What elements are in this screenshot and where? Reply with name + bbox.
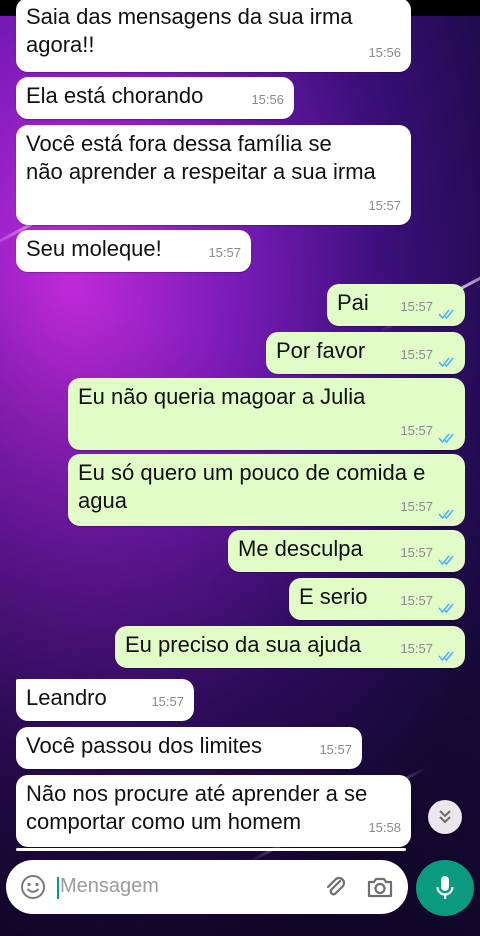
message-bubble-incoming[interactable]: Ela está chorando 15:56 <box>16 77 294 119</box>
message-text: Eu só quero um pouco de comida e agua <box>78 460 426 513</box>
message-bubble-outgoing[interactable]: Eu preciso da sua ajuda 15:57 <box>115 626 465 668</box>
message-text: Ela está chorando <box>26 83 204 108</box>
microphone-icon <box>436 876 454 899</box>
paperclip-icon[interactable] <box>322 874 348 900</box>
double-check-icon <box>438 555 454 566</box>
text-cursor <box>57 877 59 899</box>
camera-icon[interactable] <box>366 874 394 900</box>
message-text: Saia das mensagens da sua irma agora!! <box>26 4 353 57</box>
message-time: 15:57 <box>400 423 433 438</box>
message-time: 15:56 <box>368 45 401 60</box>
microphone-button[interactable] <box>416 860 474 916</box>
divider <box>16 848 406 851</box>
message-text: Você passou dos limites <box>26 733 263 758</box>
double-check-icon <box>438 509 454 520</box>
message-bubble-incoming[interactable]: Você está fora dessa família se não apre… <box>16 125 411 225</box>
message-time: 15:57 <box>400 299 433 314</box>
message-time: 15:58 <box>368 820 401 835</box>
double-check-icon <box>438 603 454 614</box>
message-time: 15:57 <box>400 545 433 560</box>
message-bubble-outgoing[interactable]: Por favor 15:57 <box>266 332 465 374</box>
message-text: Você está fora dessa família se não apre… <box>26 131 376 184</box>
message-time: 15:57 <box>400 347 433 362</box>
message-time: 15:56 <box>251 92 284 107</box>
scroll-to-bottom-button[interactable] <box>428 800 462 834</box>
message-composer[interactable]: Mensagem <box>6 860 408 914</box>
emoji-icon[interactable] <box>20 874 46 900</box>
message-bubble-incoming[interactable]: Não nos procure até aprender a se compor… <box>16 775 411 847</box>
message-time: 15:57 <box>368 198 401 213</box>
message-bubble-outgoing[interactable]: Eu não queria magoar a Julia 15:57 <box>68 378 465 450</box>
message-bubble-outgoing[interactable]: E serio 15:57 <box>289 578 465 620</box>
message-time: 15:57 <box>151 694 184 709</box>
message-bubble-outgoing[interactable]: Me desculpa 15:57 <box>228 530 465 572</box>
double-check-icon <box>438 357 454 368</box>
message-bubble-outgoing[interactable]: Eu só quero um pouco de comida e agua 15… <box>68 454 465 526</box>
message-text: Não nos procure até aprender a se compor… <box>26 781 368 834</box>
message-input[interactable]: Mensagem <box>60 875 159 898</box>
message-bubble-incoming[interactable]: Saia das mensagens da sua irma agora!! 1… <box>16 0 411 72</box>
message-bubble-incoming[interactable]: Você passou dos limites 15:57 <box>16 727 362 769</box>
message-bubble-incoming[interactable]: Leandro 15:57 <box>16 679 194 721</box>
message-bubble-outgoing[interactable]: Pai 15:57 <box>327 284 465 326</box>
message-bubble-incoming[interactable]: Seu moleque! 15:57 <box>16 230 251 272</box>
message-time: 15:57 <box>400 641 433 656</box>
message-time: 15:57 <box>319 742 352 757</box>
message-time: 15:57 <box>208 245 241 260</box>
double-check-icon <box>438 433 454 444</box>
double-check-icon <box>438 309 454 320</box>
message-time: 15:57 <box>400 499 433 514</box>
message-time: 15:57 <box>400 593 433 608</box>
message-text: Eu não queria magoar a Julia <box>78 384 366 409</box>
double-chevron-down-icon <box>439 810 451 824</box>
double-check-icon <box>438 651 454 662</box>
